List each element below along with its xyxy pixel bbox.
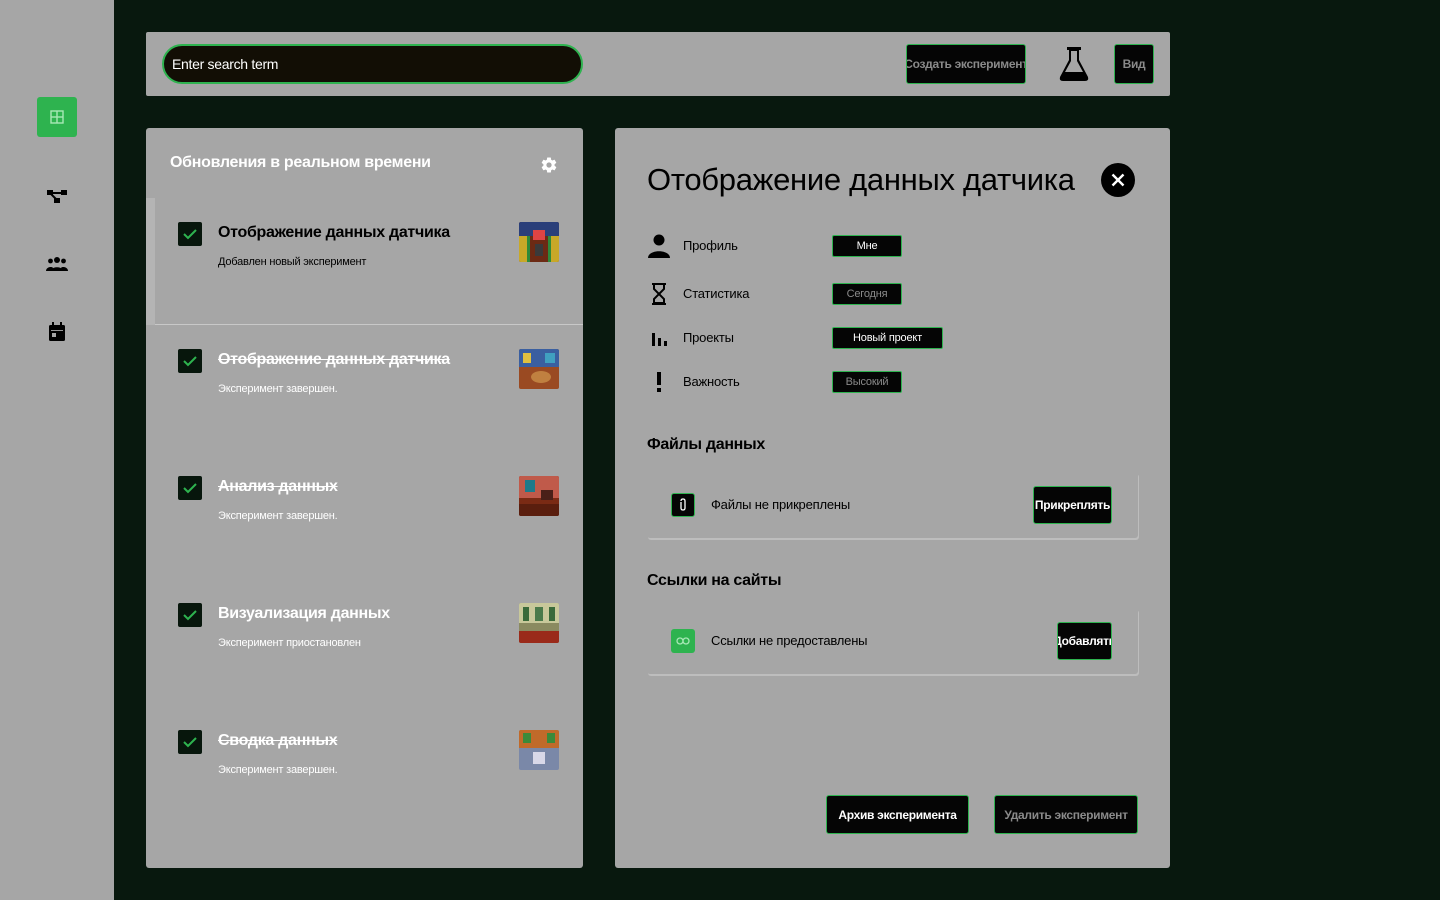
view-button[interactable]: Вид (1114, 44, 1154, 84)
files-heading: Файлы данных (647, 436, 766, 453)
projects-chip[interactable]: Новый проект (832, 327, 943, 349)
meta-label: Профиль (683, 238, 738, 253)
links-empty-text: Ссылки не предоставлены (711, 633, 868, 648)
update-item[interactable]: Анализ данных Эксперимент завершен. (146, 452, 583, 579)
link-icon (671, 629, 695, 653)
hourglass-icon (647, 282, 671, 306)
update-item[interactable]: Визуализация данных Эксперимент приостан… (146, 579, 583, 706)
check-icon (183, 737, 197, 748)
update-item-title: Отображение данных датчика (218, 224, 450, 241)
sidebar-item-dashboard[interactable] (37, 97, 77, 137)
update-item-title: Анализ данных (218, 478, 338, 495)
create-experiment-button[interactable]: Создать эксперимент (906, 44, 1026, 84)
flask-icon[interactable] (1058, 46, 1090, 82)
detail-panel: Отображение данных датчика Профиль Мне С… (615, 128, 1170, 868)
meta-row-projects: Проекты Новый проект (647, 326, 947, 350)
update-item[interactable]: Отображение данных датчика Добавлен новы… (146, 198, 583, 325)
detail-title: Отображение данных датчика (647, 162, 1075, 197)
team-icon (46, 257, 68, 271)
meta-label: Важность (683, 374, 740, 389)
meta-label: Проекты (683, 330, 734, 345)
bar-chart-icon (647, 326, 671, 350)
thumbnail-image (519, 476, 559, 516)
update-item[interactable]: Отображение данных датчика Эксперимент з… (146, 325, 583, 452)
checkbox[interactable] (178, 476, 202, 500)
calendar-icon (49, 322, 65, 341)
checkbox[interactable] (178, 730, 202, 754)
check-icon (183, 229, 197, 240)
statistics-chip[interactable]: Сегодня (832, 283, 902, 305)
checkbox[interactable] (178, 222, 202, 246)
paperclip-icon (671, 493, 695, 517)
update-item[interactable]: Сводка данных Эксперимент завершен. (146, 706, 583, 833)
network-icon (47, 190, 67, 203)
update-item-title: Визуализация данных (218, 605, 390, 622)
sidebar-item-team[interactable] (37, 244, 77, 284)
updates-panel: Обновления в реальном времени Отображени… (146, 128, 583, 868)
gear-icon[interactable] (540, 156, 558, 174)
archive-experiment-button[interactable]: Архив эксперимента (826, 795, 969, 834)
update-item-subtitle: Добавлен новый эксперимент (218, 256, 367, 268)
thumbnail-image (519, 730, 559, 770)
sidebar-item-calendar[interactable] (37, 312, 77, 352)
update-item-title: Отображение данных датчика (218, 351, 450, 368)
updates-title: Обновления в реальном времени (170, 154, 431, 171)
check-icon (183, 610, 197, 621)
attach-button[interactable]: Прикреплять (1033, 486, 1112, 524)
checkbox[interactable] (178, 349, 202, 373)
priority-chip[interactable]: Высокий (832, 371, 902, 393)
update-item-subtitle: Эксперимент завершен. (218, 510, 338, 522)
check-icon (183, 356, 197, 367)
meta-row-priority: Важность Высокий (647, 370, 947, 394)
links-heading: Ссылки на сайты (647, 572, 782, 589)
check-icon (183, 483, 197, 494)
files-card: Файлы не прикреплены Прикреплять (647, 472, 1138, 538)
exclamation-icon (647, 370, 671, 394)
search-input[interactable]: Enter search term (162, 44, 583, 84)
dashboard-icon (50, 110, 64, 124)
meta-row-statistics: Статистика Сегодня (647, 282, 947, 306)
links-card: Ссылки не предоставлены Добавлять (647, 608, 1138, 674)
update-item-subtitle: Эксперимент завершен. (218, 764, 338, 776)
checkbox[interactable] (178, 603, 202, 627)
person-icon (647, 234, 671, 258)
delete-experiment-button[interactable]: Удалить эксперимент (994, 795, 1138, 834)
close-button[interactable] (1101, 163, 1135, 197)
update-item-subtitle: Эксперимент завершен. (218, 383, 338, 395)
meta-row-profile: Профиль Мне (647, 234, 947, 258)
sidebar-item-network[interactable] (37, 176, 77, 216)
meta-label: Статистика (683, 286, 750, 301)
sidebar (0, 0, 114, 900)
profile-chip[interactable]: Мне (832, 235, 902, 257)
top-toolbar: Enter search term Создать эксперимент Ви… (146, 32, 1170, 96)
close-icon (1111, 173, 1125, 187)
add-link-button[interactable]: Добавлять (1057, 622, 1112, 660)
files-empty-text: Файлы не прикреплены (711, 497, 850, 512)
update-item-title: Сводка данных (218, 732, 338, 749)
update-item-subtitle: Эксперимент приостановлен (218, 637, 361, 649)
thumbnail-image (519, 349, 559, 389)
thumbnail-image (519, 222, 559, 262)
thumbnail-image (519, 603, 559, 643)
